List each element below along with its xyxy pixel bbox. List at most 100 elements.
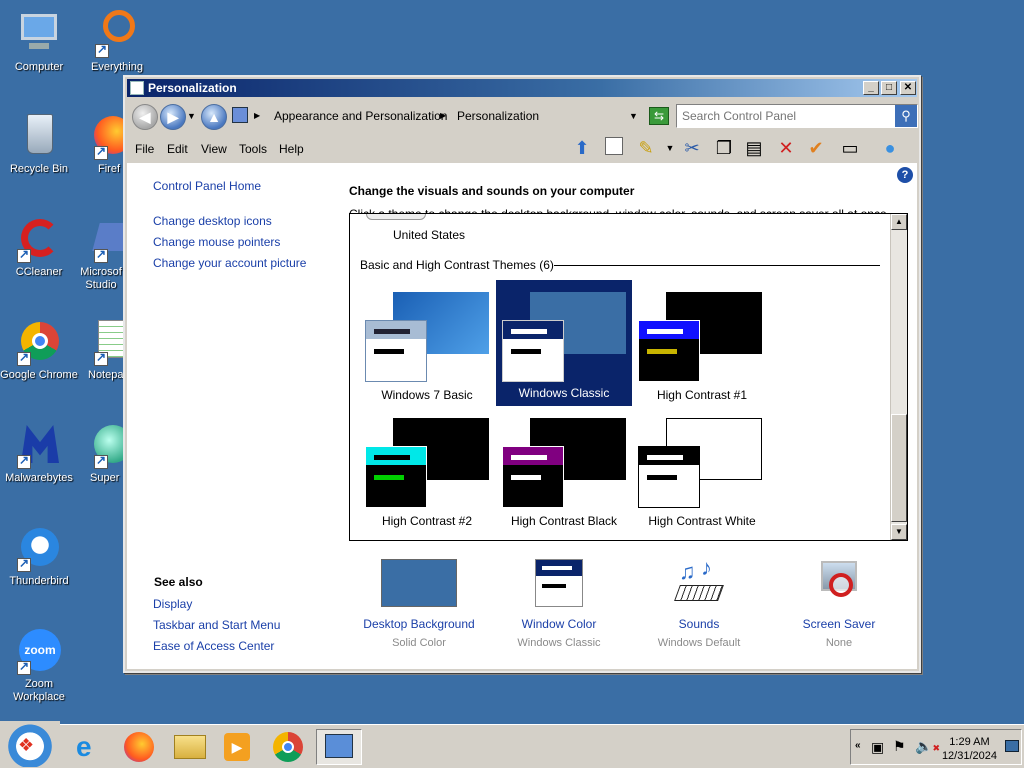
desktop-icon-label: Firef bbox=[98, 163, 120, 175]
search-box[interactable]: ⚲ bbox=[676, 104, 918, 128]
forward-button[interactable]: ▶ bbox=[160, 104, 186, 130]
theme-high-contrast-white[interactable]: High Contrast White bbox=[634, 410, 770, 534]
window-color-item[interactable]: Window Color Windows Classic bbox=[489, 559, 629, 649]
desktop-icon-label: CCleaner bbox=[15, 266, 63, 278]
desktop-icon-microsoft-studio[interactable]: Microsof Studio bbox=[78, 215, 124, 292]
desktop-icon-thunderbird[interactable]: Thunderbird bbox=[0, 524, 78, 588]
sidebar-change-account-picture[interactable]: Change your account picture bbox=[153, 256, 306, 270]
delete-icon[interactable]: ✕ bbox=[773, 137, 799, 161]
see-also-taskbar[interactable]: Taskbar and Start Menu bbox=[153, 618, 280, 632]
desktop-icon-label: Google Chrome bbox=[0, 369, 78, 381]
volume-muted-icon[interactable]: 🔈✖ bbox=[915, 738, 940, 755]
theme-windows-classic[interactable]: Windows Classic bbox=[496, 280, 632, 406]
up-button[interactable]: ▲ bbox=[201, 104, 227, 130]
menu-view[interactable]: View bbox=[201, 142, 227, 156]
sounds-link[interactable]: Sounds bbox=[629, 617, 769, 631]
themes-scrollbar[interactable]: ▲ ▼ bbox=[890, 214, 907, 540]
desktop-icon-notepad[interactable]: Notepa bbox=[78, 318, 124, 382]
clock[interactable]: 1:29 AM 12/31/2024 bbox=[942, 735, 997, 763]
malwarebytes-icon bbox=[15, 421, 63, 469]
theme-preview-window bbox=[638, 446, 700, 508]
address-bar[interactable]: ▶ Appearance and Personalization ▶ Perso… bbox=[230, 104, 645, 128]
desktop-icon-malwarebytes[interactable]: Malwarebytes bbox=[0, 421, 78, 485]
clock-date: 12/31/2024 bbox=[941, 750, 997, 762]
start-button[interactable]: ❖ bbox=[0, 721, 60, 767]
desktop-icon-super[interactable]: Super bbox=[78, 421, 124, 485]
desktop-icon-zoom[interactable]: zoom Zoom Workplace bbox=[0, 627, 78, 704]
scroll-up-icon[interactable]: ▲ bbox=[891, 214, 907, 230]
menu-file[interactable]: File bbox=[135, 142, 154, 156]
menu-help[interactable]: Help bbox=[279, 142, 304, 156]
desktop-icon-recycle-bin[interactable]: Recycle Bin bbox=[0, 112, 78, 176]
sidebar-change-mouse-pointers[interactable]: Change mouse pointers bbox=[153, 235, 280, 249]
close-button[interactable]: ✕ bbox=[900, 81, 916, 95]
undo-icon[interactable]: ▭ bbox=[837, 137, 863, 161]
desktop-icon-computer[interactable]: Computer bbox=[0, 10, 78, 74]
shortcut-arrow-icon bbox=[94, 247, 108, 263]
desktop-icon-ccleaner[interactable]: CCleaner bbox=[0, 215, 78, 279]
breadcrumb-personalization[interactable]: Personalization bbox=[457, 109, 539, 123]
show-desktop-icon[interactable] bbox=[1005, 740, 1019, 752]
scroll-down-icon[interactable]: ▼ bbox=[891, 524, 907, 540]
sounds-item[interactable]: ♫ ♪ Sounds Windows Default bbox=[629, 555, 769, 649]
screen-saver-item[interactable]: Screen Saver None bbox=[769, 559, 909, 649]
folders-pane-icon[interactable] bbox=[601, 137, 627, 161]
maximize-button[interactable]: □ bbox=[881, 81, 897, 95]
sidebar-change-desktop-icons[interactable]: Change desktop icons bbox=[153, 214, 272, 228]
search-input[interactable] bbox=[682, 106, 892, 126]
minimize-button[interactable]: _ bbox=[863, 81, 879, 95]
refresh-icon[interactable]: ⇆ bbox=[649, 107, 669, 125]
see-also-display[interactable]: Display bbox=[153, 597, 192, 611]
control-panel-icon bbox=[130, 81, 144, 95]
paste-icon[interactable]: ▤ bbox=[741, 137, 767, 161]
desktop-icon-everything[interactable]: Everything bbox=[78, 10, 156, 74]
title-bar[interactable]: Personalization _ □ ✕ bbox=[127, 79, 917, 97]
sidebar-control-panel-home[interactable]: Control Panel Home bbox=[153, 179, 261, 193]
copy-icon[interactable]: ❐ bbox=[711, 137, 737, 161]
see-also-ease-of-access[interactable]: Ease of Access Center bbox=[153, 639, 274, 653]
up-folder-icon[interactable]: ⬆ bbox=[569, 137, 595, 161]
action-center-flag-icon[interactable]: ⚑ bbox=[893, 738, 906, 755]
network-icon[interactable]: ▣ bbox=[871, 739, 884, 756]
theme-name: Windows Classic bbox=[518, 386, 610, 400]
theme-high-contrast-2[interactable]: High Contrast #2 bbox=[359, 410, 495, 534]
scroll-thumb[interactable] bbox=[891, 414, 907, 522]
theme-preview-window bbox=[365, 320, 427, 382]
breadcrumb-appearance[interactable]: Appearance and Personalization bbox=[274, 109, 447, 123]
theme-name: High Contrast White bbox=[648, 514, 756, 528]
help-icon[interactable]: ? bbox=[897, 167, 913, 183]
firefox-icon bbox=[124, 732, 154, 762]
desktop-icon-firefox[interactable]: Firef bbox=[78, 112, 124, 176]
theme-high-contrast-1[interactable]: High Contrast #1 bbox=[634, 284, 770, 408]
show-hidden-icons-icon[interactable]: « bbox=[855, 740, 861, 751]
desktop-background-link[interactable]: Desktop Background bbox=[349, 617, 489, 631]
history-dropdown-icon[interactable]: ▼ bbox=[187, 111, 196, 121]
globe-icon[interactable]: ● bbox=[877, 137, 903, 161]
taskbar-control-panel[interactable] bbox=[316, 729, 362, 765]
desktop-background-item[interactable]: Desktop Background Solid Color bbox=[349, 559, 489, 649]
screen-saver-link[interactable]: Screen Saver bbox=[769, 617, 909, 631]
properties-icon[interactable]: ✔ bbox=[803, 137, 829, 161]
window-color-link[interactable]: Window Color bbox=[489, 617, 629, 631]
taskbar-internet-explorer[interactable]: e bbox=[70, 729, 110, 765]
menu-edit[interactable]: Edit bbox=[167, 142, 188, 156]
shortcut-arrow-icon bbox=[17, 453, 31, 469]
search-icon[interactable]: ⚲ bbox=[895, 105, 917, 127]
taskbar-media-player[interactable]: ▶ bbox=[218, 729, 258, 765]
taskbar-chrome[interactable] bbox=[268, 729, 308, 765]
shortcut-arrow-icon bbox=[94, 144, 108, 160]
cut-icon[interactable]: ✂ bbox=[679, 137, 705, 161]
desktop-icon-chrome[interactable]: Google Chrome bbox=[0, 318, 78, 382]
taskbar-file-explorer[interactable] bbox=[170, 729, 210, 765]
screen-saver-icon bbox=[815, 559, 863, 607]
theme-windows-7-basic[interactable]: Windows 7 Basic bbox=[359, 284, 495, 408]
computer-icon bbox=[15, 10, 63, 58]
partial-theme-label[interactable]: United States bbox=[393, 228, 465, 242]
window-title: Personalization bbox=[148, 81, 237, 95]
views-icon[interactable]: ✎ bbox=[633, 137, 659, 161]
menu-tools[interactable]: Tools bbox=[239, 142, 267, 156]
theme-high-contrast-black[interactable]: High Contrast Black bbox=[496, 410, 632, 534]
address-dropdown-icon[interactable]: ▼ bbox=[629, 111, 638, 121]
taskbar-firefox[interactable] bbox=[118, 729, 158, 765]
back-button[interactable]: ◀ bbox=[132, 104, 158, 130]
